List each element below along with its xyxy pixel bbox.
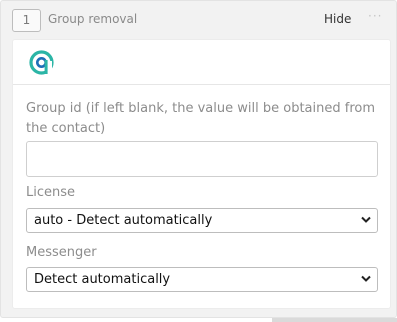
- group-id-label: Group id (if left blank, the value will …: [26, 101, 375, 136]
- bottom-divider: [272, 318, 397, 322]
- hide-button[interactable]: Hide: [324, 12, 351, 26]
- more-dots-icon[interactable]: ···: [368, 9, 382, 23]
- chevron-down-icon: [361, 275, 371, 282]
- license-label: License: [26, 185, 76, 200]
- license-select[interactable]: auto - Detect automatically: [26, 208, 378, 233]
- app-logo-icon: [29, 50, 54, 75]
- step-panel: 1 Group removal Hide ··· Group id (if le…: [0, 0, 397, 318]
- messenger-label: Messenger: [26, 245, 97, 260]
- app-header: [13, 40, 390, 85]
- step-number-badge: 1: [12, 9, 41, 32]
- group-id-input[interactable]: [26, 141, 378, 177]
- messenger-select[interactable]: Detect automatically: [26, 267, 378, 292]
- license-selected-value: auto - Detect automatically: [34, 213, 213, 228]
- chevron-down-icon: [361, 216, 371, 223]
- step-title: Group removal: [48, 12, 138, 26]
- step-config-card: Group id (if left blank, the value will …: [12, 39, 391, 309]
- messenger-selected-value: Detect automatically: [34, 272, 171, 287]
